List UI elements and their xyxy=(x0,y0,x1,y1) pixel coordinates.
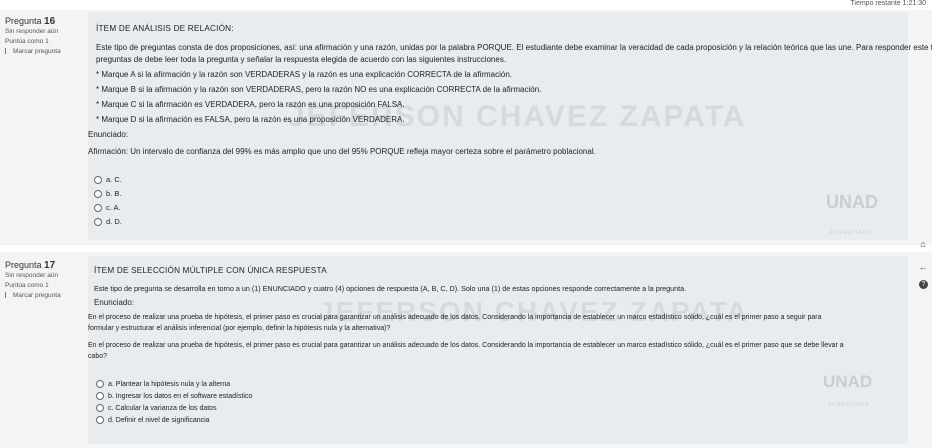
question-text-line: * Marque A si la afirmación y la razón s… xyxy=(96,70,513,79)
radio-icon[interactable] xyxy=(96,404,104,412)
watermark: JEFERSON CHAVEZ ZAPATA xyxy=(318,296,749,327)
unad-logo: UNAD xyxy=(823,372,873,391)
radio-icon[interactable] xyxy=(94,218,102,227)
question-info: Pregunta 16 Sin responder aún Puntúa com… xyxy=(5,16,85,57)
question-points: Puntúa como 1 xyxy=(5,282,49,289)
answer-option-c[interactable]: c. Calcular la varianza de los datos xyxy=(96,404,217,412)
answer-option-b[interactable]: b. Ingresar los datos en el software est… xyxy=(96,392,252,400)
flag-icon xyxy=(5,48,11,54)
question-number: Pregunta 16 xyxy=(5,16,56,27)
question-text-line: preguntas de debe leer toda la pregunta … xyxy=(96,55,507,64)
unad-logo: UNAD xyxy=(826,192,878,212)
answer-option-b[interactable]: b. B. xyxy=(94,189,121,199)
flag-question-link[interactable]: Marcar pregunta xyxy=(5,47,85,57)
answer-option-c[interactable]: c. A. xyxy=(94,203,121,213)
unad-logo-sub: ACREDITADA xyxy=(830,230,872,236)
answer-option-a[interactable]: a. C. xyxy=(94,175,122,185)
question-title: ÍTEM DE SELECCIÓN MÚLTIPLE CON ÚNICA RES… xyxy=(94,266,327,275)
radio-icon[interactable] xyxy=(94,176,102,185)
help-icon[interactable]: ? xyxy=(919,280,928,289)
radio-icon[interactable] xyxy=(94,190,102,199)
question-text-line: cabo? xyxy=(88,353,108,360)
question-17: Pregunta 17 Sin responder aún Puntúa com… xyxy=(0,252,932,448)
question-content: JEFERSON CHAVEZ ZAPATA UNAD ACREDITADA Í… xyxy=(88,12,932,240)
radio-icon[interactable] xyxy=(96,380,104,388)
home-icon[interactable]: ⌂ xyxy=(918,239,928,249)
question-points: Puntúa como 1 xyxy=(5,38,49,45)
question-text-line: En el proceso de realizar una prueba de … xyxy=(88,342,844,349)
question-text-line: En el proceso de realizar una prueba de … xyxy=(88,314,822,321)
question-status: Sin responder aún xyxy=(5,272,59,279)
radio-icon[interactable] xyxy=(94,204,102,213)
question-separator xyxy=(0,245,932,252)
flag-icon xyxy=(5,292,11,298)
radio-icon[interactable] xyxy=(96,392,104,400)
question-title: ÍTEM DE ANÁLISIS DE RELACIÓN: xyxy=(96,24,234,33)
answer-option-d[interactable]: d. D. xyxy=(94,217,122,227)
question-text-line: Este tipo de pregunta se desarrolla en t… xyxy=(94,284,687,293)
back-arrow-icon[interactable]: ← xyxy=(918,262,928,272)
question-info: Pregunta 17 Sin responder aún Puntúa com… xyxy=(5,260,85,301)
radio-icon[interactable] xyxy=(96,416,104,424)
question-text-line: * Marque B si la afirmación y la razón s… xyxy=(96,85,542,94)
question-content: JEFERSON CHAVEZ ZAPATA UNAD ACREDITADA Í… xyxy=(88,256,908,444)
unad-logo-sub: ACREDITADA xyxy=(828,402,870,408)
question-text-line: formular y estructurar el análisis infer… xyxy=(88,325,391,332)
timer: Tiempo restante 1:21:30 xyxy=(850,0,926,7)
question-number: Pregunta 17 xyxy=(5,260,56,271)
question-text-line: * Marque D si la afirmación es FALSA, pe… xyxy=(96,115,405,124)
question-status: Sin responder aún xyxy=(5,28,59,35)
question-text-line: Afirmación: Un intervalo de confianza de… xyxy=(88,147,596,156)
question-text-line: Enunciado: xyxy=(94,298,135,307)
top-bar: Tiempo restante 1:21:30 xyxy=(0,0,932,10)
question-text-line: Enunciado: xyxy=(88,130,129,139)
question-16: Pregunta 16 Sin responder aún Puntúa com… xyxy=(0,10,932,245)
question-text-line: * Marque C si la afirmación es VERDADERA… xyxy=(96,100,405,109)
question-text-line: Este tipo de preguntas consta de dos pro… xyxy=(96,43,932,52)
answer-option-a[interactable]: a. Plantear la hipótesis nula y la alter… xyxy=(96,380,230,388)
flag-question-link[interactable]: Marcar pregunta xyxy=(5,291,85,301)
answer-option-d[interactable]: d. Definir el nivel de significancia xyxy=(96,416,210,424)
